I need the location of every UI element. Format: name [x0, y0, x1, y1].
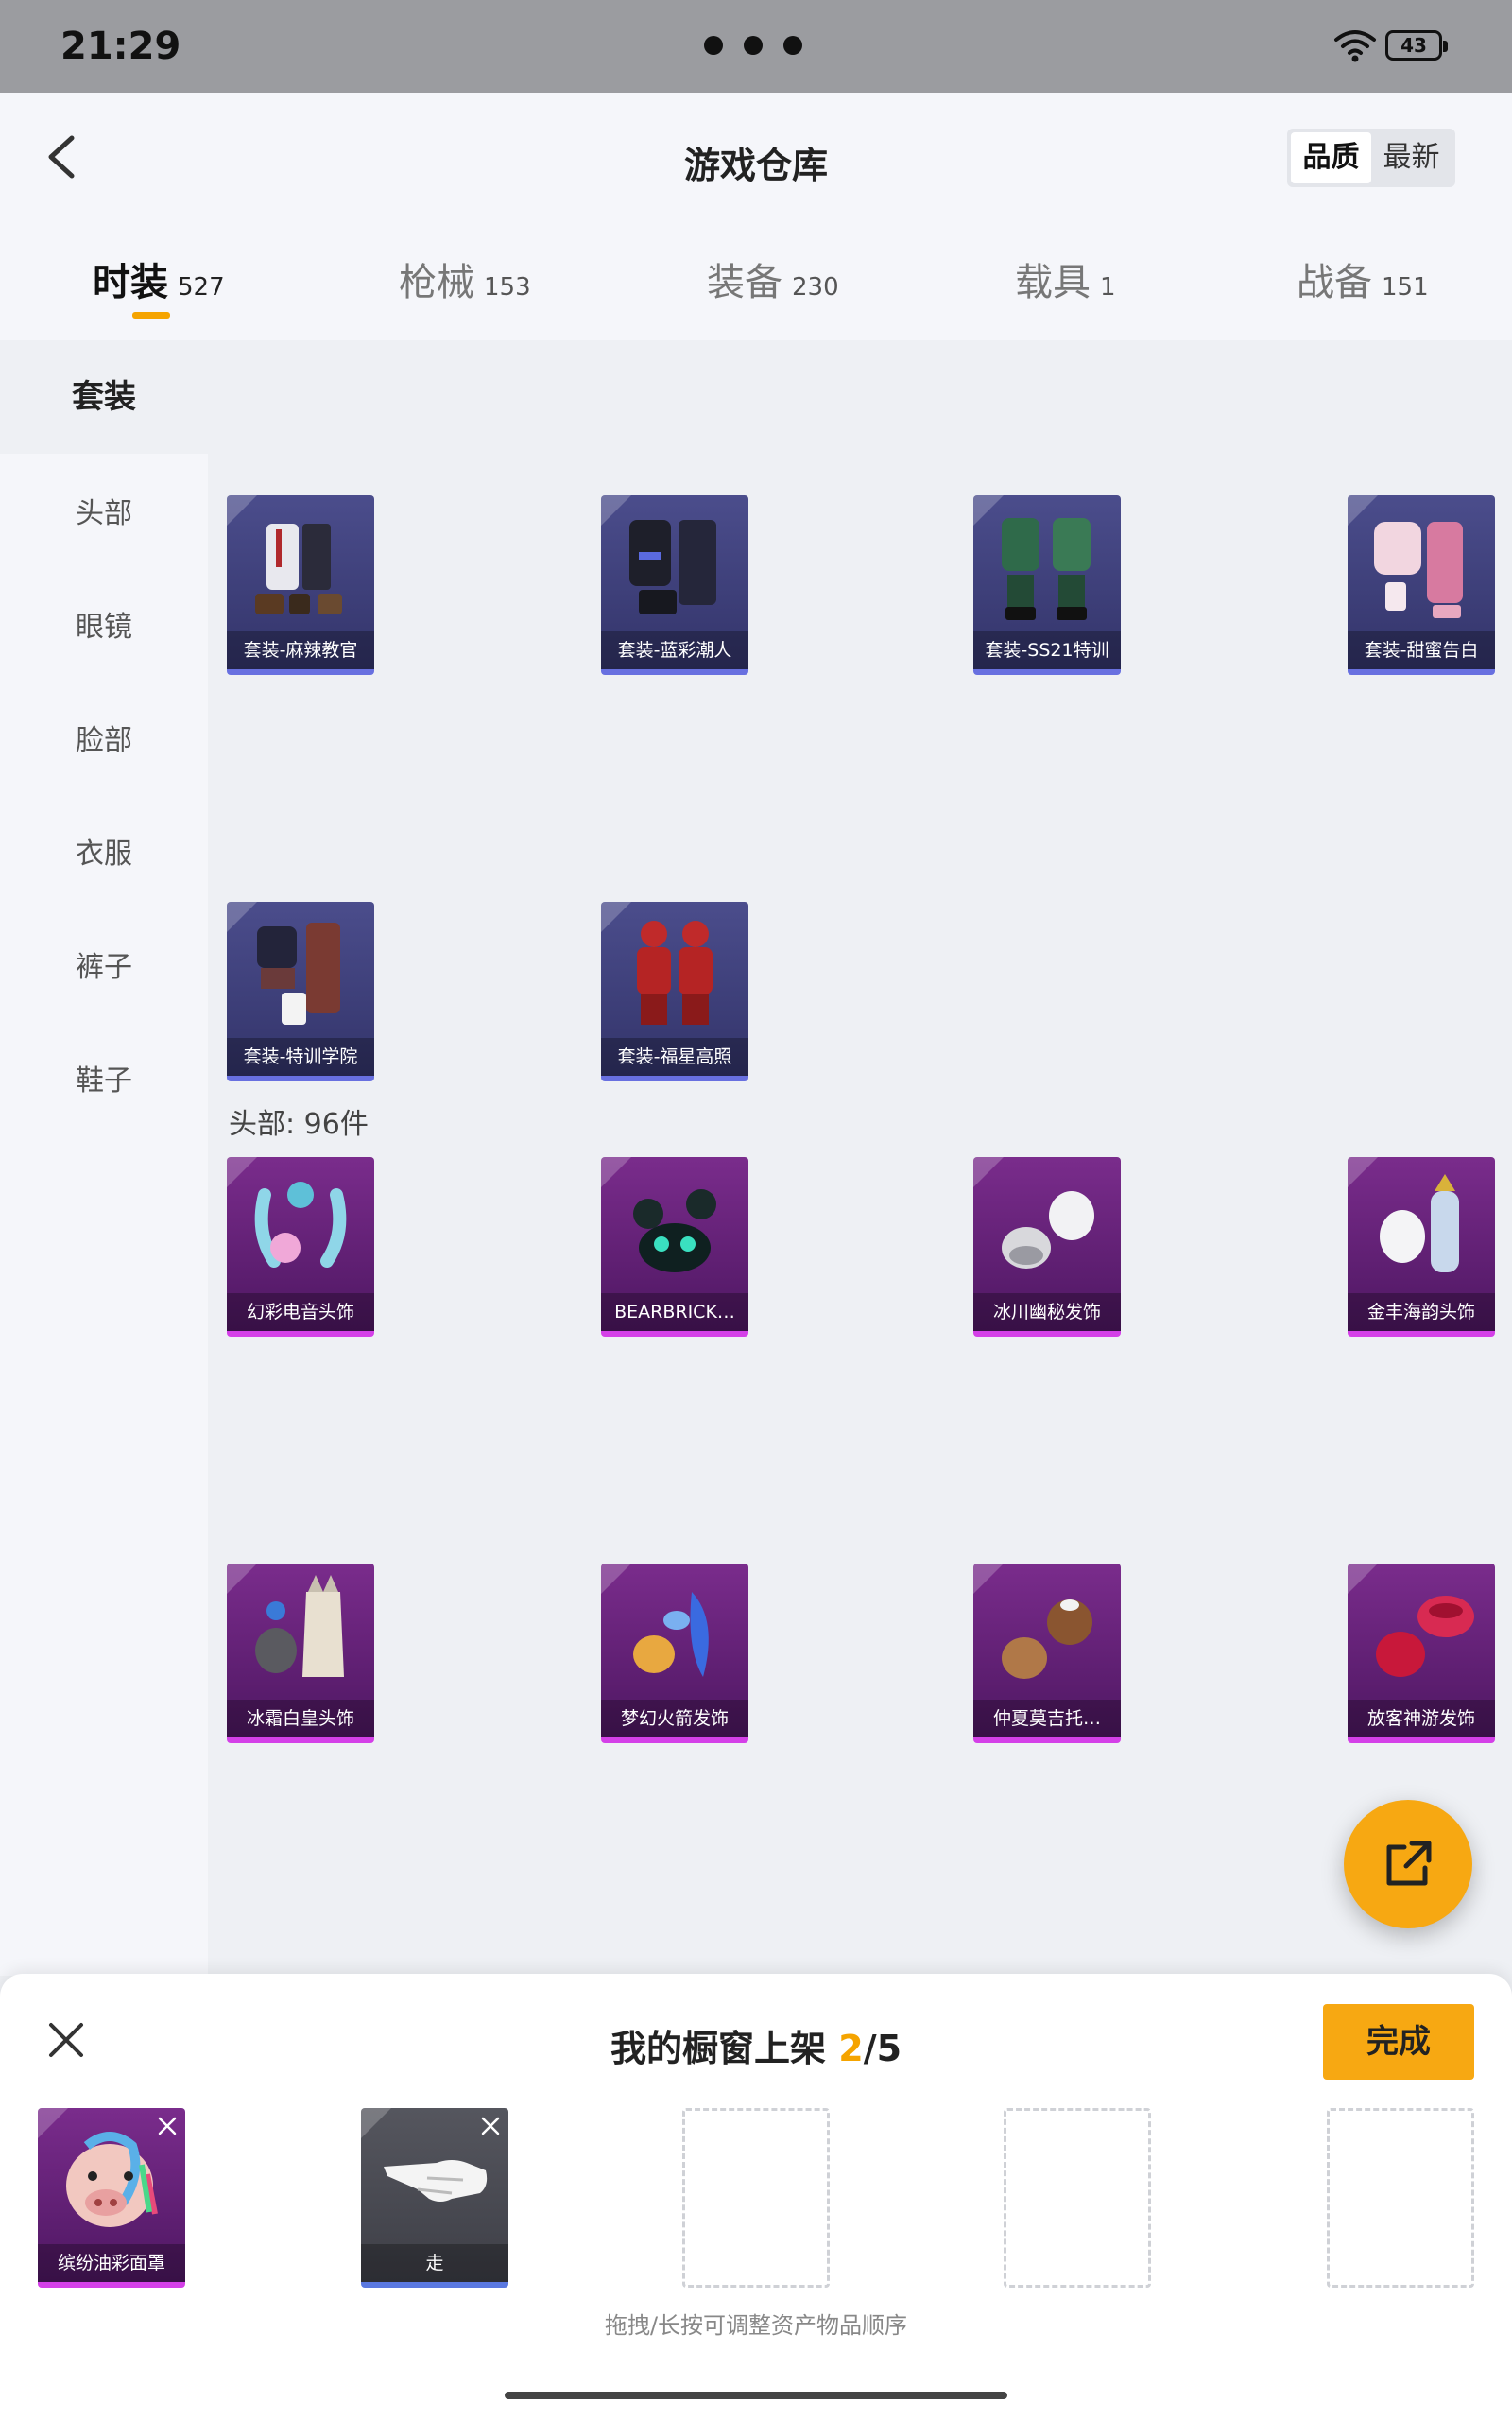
page-title: 游戏仓库	[683, 145, 828, 186]
item-card[interactable]: 梦幻火箭发饰	[601, 1564, 748, 1743]
item-name: 放客神游发饰	[1348, 1700, 1495, 1737]
sidebar-item-head[interactable]: 头部	[0, 490, 208, 531]
sort-newest-button[interactable]: 最新	[1371, 132, 1452, 183]
sort-toggle: 品质 最新	[1287, 129, 1455, 187]
showcase-slot[interactable]: 走	[361, 2108, 508, 2288]
share-button[interactable]	[1344, 1800, 1472, 1928]
showcase-title-text: 我的橱窗上架	[610, 2028, 826, 2069]
tab-guns[interactable]: 枪械 153	[399, 251, 531, 306]
empty-slot[interactable]	[1004, 2108, 1151, 2288]
status-time: 21:29	[60, 25, 181, 68]
item-name: 套装-福星高照	[601, 1038, 748, 1076]
item-card[interactable]: 仲夏莫吉托…	[973, 1564, 1121, 1743]
remove-icon[interactable]	[153, 2112, 181, 2140]
item-card[interactable]: 放客神游发饰	[1348, 1564, 1495, 1743]
item-name: 套装-蓝彩潮人	[601, 631, 748, 669]
tab-count: 153	[484, 273, 531, 302]
item-card[interactable]: 套装-福星高照	[601, 902, 748, 1081]
share-external-icon	[1386, 1841, 1432, 1886]
item-name: 走	[361, 2244, 508, 2282]
item-card[interactable]: 冰川幽秘发饰	[973, 1157, 1121, 1337]
item-grid: 套装-麻辣教官 套装-蓝彩潮人 套装-SS21特训 套装-甜蜜告白 套装-特训学…	[208, 340, 1512, 1976]
item-name: 缤纷油彩面罩	[38, 2244, 185, 2282]
tab-label: 枪械	[399, 261, 474, 304]
item-name: 冰川幽秘发饰	[973, 1293, 1121, 1331]
item-name: 套装-麻辣教官	[227, 631, 374, 669]
home-indicator[interactable]	[505, 2392, 1007, 2399]
showcase-sheet: 我的橱窗上架 2/5 完成 缤纷油彩面罩 走 拖拽/长按可调整资产物品顺序	[0, 1974, 1512, 2420]
item-card[interactable]: BEARBRICK…	[601, 1157, 748, 1337]
active-tab-indicator	[132, 312, 170, 319]
item-card[interactable]: 幻彩电音头饰	[227, 1157, 374, 1337]
tab-count: 151	[1382, 273, 1429, 302]
battery-icon: 43	[1385, 30, 1448, 60]
item-card[interactable]: 套装-甜蜜告白	[1348, 495, 1495, 675]
head-section-label: 头部: 96件	[229, 1108, 369, 1141]
more-dots-icon[interactable]	[704, 36, 802, 55]
item-card[interactable]: 套装-麻辣教官	[227, 495, 374, 675]
tab-supplies[interactable]: 战备 151	[1297, 251, 1429, 306]
sidebar-item-pants[interactable]: 裤子	[0, 943, 208, 985]
item-name: 套装-SS21特训	[973, 631, 1121, 669]
sidebar-item-glasses[interactable]: 眼镜	[0, 603, 208, 645]
item-name: BEARBRICK…	[601, 1293, 748, 1331]
sort-quality-button[interactable]: 品质	[1291, 132, 1371, 183]
item-name: 冰霜白皇头饰	[227, 1700, 374, 1737]
empty-slot[interactable]	[1327, 2108, 1474, 2288]
item-name: 梦幻火箭发饰	[601, 1700, 748, 1737]
tab-count: 1	[1100, 273, 1116, 302]
showcase-total-count: /5	[863, 2028, 902, 2069]
item-card[interactable]: 冰霜白皇头饰	[227, 1564, 374, 1743]
tab-label: 载具	[1015, 261, 1091, 304]
wifi-icon	[1334, 30, 1376, 62]
item-name: 幻彩电音头饰	[227, 1293, 374, 1331]
sidebar-item-face[interactable]: 脸部	[0, 717, 208, 758]
empty-slot[interactable]	[682, 2108, 830, 2288]
sidebar-item-shoes[interactable]: 鞋子	[0, 1057, 208, 1098]
header: 游戏仓库 品质 最新 时装 527 枪械 153 装备 230 载具 1 战备 …	[0, 93, 1512, 340]
tab-label: 时装	[93, 261, 168, 304]
item-name: 套装-特训学院	[227, 1038, 374, 1076]
tab-count: 527	[178, 273, 225, 302]
status-bar: 21:29 43	[0, 0, 1512, 93]
tab-fashion[interactable]: 时装 527	[93, 251, 225, 306]
category-tabs: 时装 527 枪械 153 装备 230 载具 1 战备 151	[0, 251, 1512, 327]
showcase-slot[interactable]: 缤纷油彩面罩	[38, 2108, 185, 2288]
reorder-hint: 拖拽/长按可调整资产物品顺序	[604, 2312, 908, 2339]
remove-icon[interactable]	[476, 2112, 505, 2140]
item-name: 套装-甜蜜告白	[1348, 631, 1495, 669]
item-name: 金丰海韵头饰	[1348, 1293, 1495, 1331]
item-card[interactable]: 金丰海韵头饰	[1348, 1157, 1495, 1337]
sidebar-item-suits[interactable]: 套装	[0, 340, 208, 454]
showcase-title: 我的橱窗上架 2/5	[0, 2019, 1512, 2071]
tab-count: 230	[792, 273, 839, 302]
sidebar: 套装 头部 眼镜 脸部 衣服 裤子 鞋子	[0, 340, 208, 1976]
item-card[interactable]: 套装-SS21特训	[973, 495, 1121, 675]
tab-label: 装备	[707, 261, 782, 304]
item-card[interactable]: 套装-特训学院	[227, 902, 374, 1081]
sidebar-item-clothes[interactable]: 衣服	[0, 830, 208, 872]
done-button[interactable]: 完成	[1323, 2004, 1474, 2080]
showcase-current-count: 2	[838, 2028, 864, 2069]
item-card[interactable]: 套装-蓝彩潮人	[601, 495, 748, 675]
tab-equipment[interactable]: 装备 230	[707, 251, 839, 306]
item-name: 仲夏莫吉托…	[973, 1700, 1121, 1737]
tab-vehicles[interactable]: 载具 1	[1015, 251, 1116, 306]
tab-label: 战备	[1297, 261, 1372, 304]
